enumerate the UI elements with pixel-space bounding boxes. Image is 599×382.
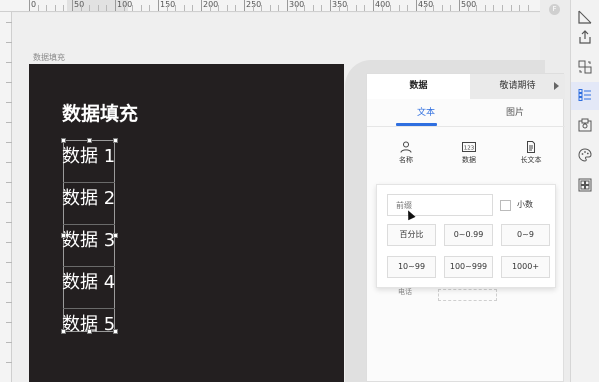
type-label: 数据 [462,156,476,164]
type-label: 名称 [399,156,413,164]
number-options-popover: 小数 百分比 0~0.99 0~9 10~99 100~999 1000+ [376,184,556,288]
option-100-999-button[interactable]: 100~999 [444,256,493,278]
grid-icon [578,178,592,192]
prefix-input[interactable] [387,194,493,216]
field-placeholder [438,289,497,301]
option-1000-plus-button[interactable]: 1000+ [501,256,550,278]
panel-tabs: 数据 敬请期待 [367,74,565,99]
tool-component[interactable] [571,112,599,140]
decimal-checkbox[interactable] [500,200,511,211]
tool-replace[interactable] [571,54,599,82]
list-fill-icon [578,89,591,101]
svg-text:123: 123 [464,146,475,152]
top-ruler: 0 50 100 150 200 250 300 350 400 450 500 [0,0,540,12]
option-0-9-button[interactable]: 0~9 [501,224,550,246]
tool-palette[interactable] [571,142,599,170]
type-long-text-button[interactable]: 长文本 [506,138,556,165]
row-divider [63,182,115,183]
row-divider [63,266,115,267]
decimal-label: 小数 [517,200,533,209]
option-0-0.99-button[interactable]: 0~0.99 [444,224,493,246]
ruler-label: 0 [31,0,37,9]
resize-handle[interactable] [113,233,118,238]
tool-data-fill[interactable] [571,82,599,110]
document-icon [524,138,538,153]
option-percent-button[interactable]: 百分比 [387,224,436,246]
option-10-99-button[interactable]: 10~99 [387,256,436,278]
share-icon [579,30,591,44]
type-label: 长文本 [520,156,542,164]
corner-ruler-icon [578,10,592,24]
tab-coming-soon-label: 敬请期待 [499,81,536,91]
data-item[interactable]: 数据 1 [62,142,115,168]
left-ruler [0,12,12,382]
replace-icon [578,60,592,74]
resize-handle[interactable] [61,233,66,238]
type-name-button[interactable]: 名称 [381,138,431,165]
component-icon [578,118,592,132]
tool-grid[interactable] [571,172,599,200]
active-tab-indicator [396,123,437,126]
resize-handle[interactable] [87,329,92,334]
resize-handle[interactable] [61,138,66,143]
avatar[interactable]: F [549,4,560,15]
field-label: 电话 [398,288,412,296]
number-123-icon: 123 [462,138,476,152]
resize-handle[interactable] [113,329,118,334]
tool-share[interactable] [571,24,599,52]
panel-subtabs: 文本 图片 [367,99,565,127]
row-divider [63,308,115,309]
resize-handle[interactable] [61,329,66,334]
resize-handle[interactable] [113,138,118,143]
artboard-title[interactable]: 数据填充 [62,99,138,126]
right-toolbar [570,0,599,382]
data-item[interactable]: 数据 3 [62,226,115,252]
subtab-image[interactable]: 图片 [485,99,545,127]
ruler-label: 50 [74,0,85,9]
person-icon [399,138,413,153]
palette-icon [578,148,592,162]
data-type-row: 名称 123 数据 长文本 [367,138,565,178]
row-divider [63,224,115,225]
data-item[interactable]: 数据 4 [62,268,115,294]
tab-coming-soon[interactable]: 敬请期待 [470,74,565,99]
triangle-right-icon [554,82,559,90]
type-number-button[interactable]: 123 数据 [444,138,494,165]
resize-handle[interactable] [87,138,92,143]
artboard-name-label[interactable]: 数据填充 [33,52,65,63]
tab-data[interactable]: 数据 [367,74,470,99]
data-item[interactable]: 数据 2 [62,184,115,210]
